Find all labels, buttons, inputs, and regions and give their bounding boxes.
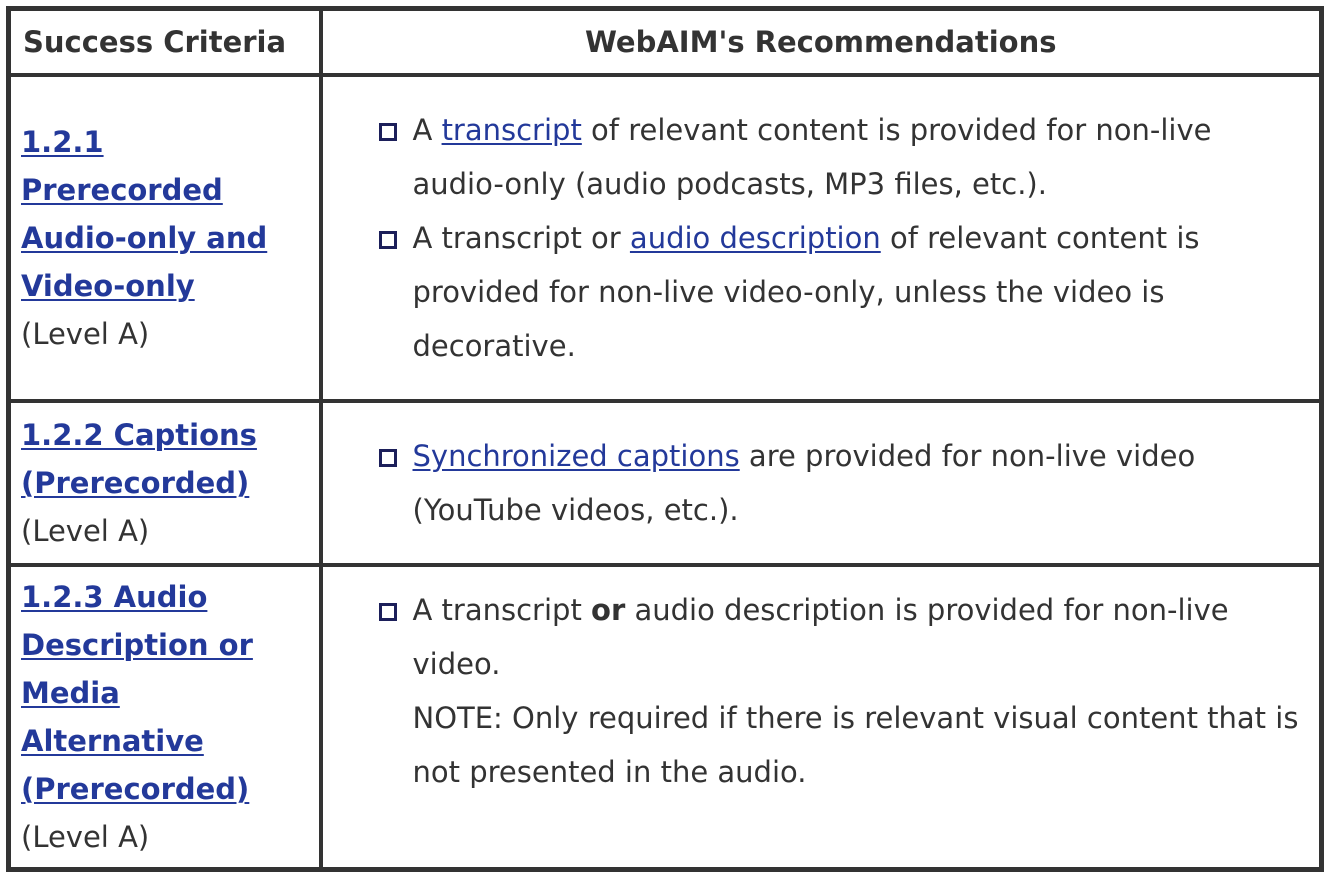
recommendation-cell: A transcript of relevant content is prov… <box>318 73 1324 404</box>
table-header-row: Success Criteria WebAIM's Recommendation… <box>6 6 1324 78</box>
square-bullet-icon <box>378 449 397 468</box>
success-criteria-table: Success Criteria WebAIM's Recommendation… <box>6 6 1324 872</box>
square-bullet-icon <box>378 123 397 142</box>
column-header-success-criteria: Success Criteria <box>6 6 323 78</box>
recommendation-item: Synchronized captions are provided for n… <box>378 429 1310 537</box>
criterion-cell: 1.2.2 Captions (Prerecorded) (Level A) <box>6 399 323 568</box>
criterion-cell: 1.2.3 Audio Description or Media Alterna… <box>6 563 323 872</box>
criterion-cell: 1.2.1 Prerecorded Audio-only and Video-o… <box>6 73 323 404</box>
criterion-link-1-2-1[interactable]: 1.2.1 Prerecorded Audio-only and Video-o… <box>21 125 267 303</box>
table-row: 1.2.2 Captions (Prerecorded) (Level A) S… <box>6 399 1324 568</box>
column-header-recommendations: WebAIM's Recommendations <box>318 6 1324 78</box>
audio-description-link[interactable]: audio description <box>630 221 881 255</box>
synchronized-captions-link[interactable]: Synchronized captions <box>413 439 740 473</box>
recommendation-item: A transcript of relevant content is prov… <box>378 103 1310 211</box>
table-row: 1.2.3 Audio Description or Media Alterna… <box>6 563 1324 872</box>
emphasis-or: or <box>591 593 626 628</box>
criterion-link-1-2-2[interactable]: 1.2.2 Captions (Prerecorded) <box>21 418 257 500</box>
recommendation-list: A transcript of relevant content is prov… <box>378 103 1310 373</box>
recommendation-cell: A transcript or audio description is pro… <box>318 563 1324 872</box>
table-row: 1.2.1 Prerecorded Audio-only and Video-o… <box>6 73 1324 404</box>
recommendation-list: A transcript or audio description is pro… <box>378 583 1310 799</box>
recommendation-cell: Synchronized captions are provided for n… <box>318 399 1324 568</box>
square-bullet-icon <box>378 231 397 250</box>
criterion-level: (Level A) <box>21 317 150 352</box>
recommendation-list: Synchronized captions are provided for n… <box>378 429 1310 537</box>
recommendation-item: A transcript or audio description is pro… <box>378 583 1310 799</box>
recommendation-note: NOTE: Only required if there is relevant… <box>412 701 1299 790</box>
transcript-link[interactable]: transcript <box>442 113 582 147</box>
criterion-level: (Level A) <box>21 514 150 549</box>
recommendation-item: A transcript or audio description of rel… <box>378 211 1310 373</box>
square-bullet-icon <box>378 603 397 622</box>
criterion-link-1-2-3[interactable]: 1.2.3 Audio Description or Media Alterna… <box>21 580 253 806</box>
criterion-level: (Level A) <box>21 820 150 855</box>
